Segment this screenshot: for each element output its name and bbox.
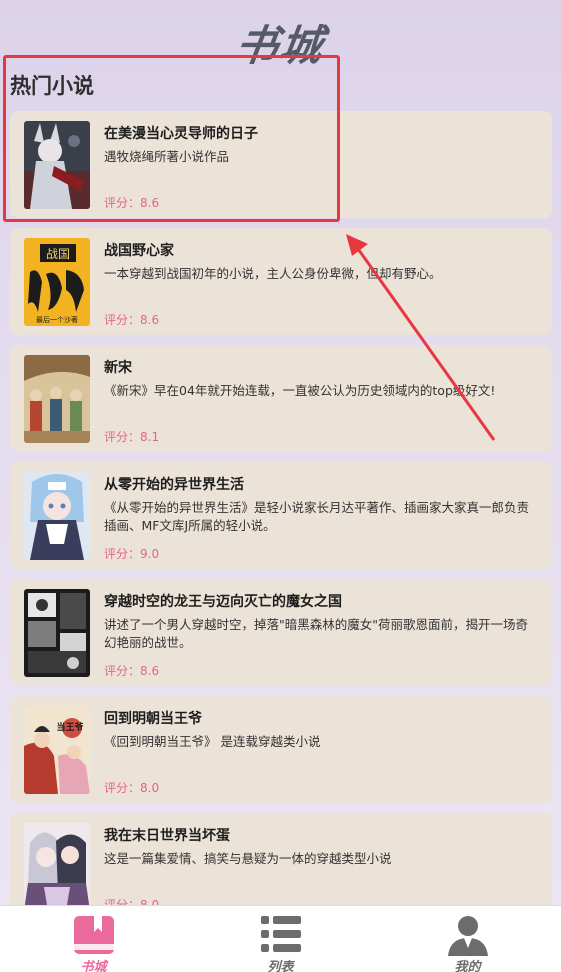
book-title: 新宋 <box>104 360 132 376</box>
book-description: 《从零开始的异世界生活》是轻小说家长月达平著作、插画家大家真一郎负责插画、MF文… <box>104 500 530 533</box>
book-rating: 评分：8.6 <box>104 196 160 210</box>
book-card[interactable]: 当王爷 回到明朝当王爷 《回到明朝当王爷》 是连载穿越类小说 评分：8.0 <box>10 696 552 803</box>
section-title: 热门小说 <box>10 74 94 98</box>
book-cover[interactable] <box>24 472 90 560</box>
book-rating: 评分：8.0 <box>104 781 160 795</box>
cover-text: 最后一个沙著 <box>36 315 78 324</box>
book-description: 这是一篇集爱情、搞笑与悬疑为一体的穿越类型小说 <box>104 851 392 866</box>
book-card[interactable]: 我在末日世界当坏蛋 这是一篇集爱情、搞笑与悬疑为一体的穿越类型小说 评分：8.0 <box>10 813 552 920</box>
book-description: 《新宋》早在04年就开始连载，一直被公认为历史领域内的top级好文! <box>104 383 496 398</box>
book-card[interactable]: 从零开始的异世界生活 《从零开始的异世界生活》是轻小说家长月达平著作、插画家大家… <box>10 462 552 569</box>
book-title: 穿越时空的龙王与迈向灭亡的魔女之国 <box>104 594 342 610</box>
tab-mine[interactable]: 我的 <box>418 906 518 972</box>
book-cover[interactable] <box>24 823 90 911</box>
book-title: 从零开始的异世界生活 <box>104 477 244 493</box>
tab-label: 我的 <box>454 960 481 972</box>
book-description: 《回到明朝当王爷》 是连载穿越类小说 <box>104 734 321 749</box>
tab-label: 书城 <box>80 960 107 972</box>
bottom-tab-bar: 书城 列表 我的 <box>0 905 561 972</box>
user-icon <box>447 916 488 956</box>
tab-bookstore[interactable]: 书城 <box>44 906 144 972</box>
list-icon <box>260 916 301 952</box>
book-description: 讲述了一个男人穿越时空，掉落"暗黑森林的魔女"荷丽歌恩面前，揭开一场奇幻艳丽的战… <box>104 617 529 650</box>
book-cover[interactable]: 战国 最后一个沙著 <box>24 238 90 326</box>
book-description: 一本穿越到战国初年的小说，主人公身份卑微，但却有野心。 <box>104 266 442 281</box>
book-rating: 评分：8.6 <box>104 313 160 327</box>
book-rating: 评分：9.0 <box>104 547 160 561</box>
book-list: 在美漫当心灵导师的日子 遇牧烧绳所著小说作品 评分：8.6 战国 最后一个沙著 … <box>10 111 552 930</box>
book-card[interactable]: 在美漫当心灵导师的日子 遇牧烧绳所著小说作品 评分：8.6 <box>10 111 552 218</box>
book-cover[interactable] <box>24 589 90 677</box>
book-cover[interactable]: 当王爷 <box>24 706 90 794</box>
book-title: 回到明朝当王爷 <box>104 711 202 727</box>
book-icon <box>73 916 114 954</box>
book-card[interactable]: 战国 最后一个沙著 战国野心家 一本穿越到战国初年的小说，主人公身份卑微，但却有… <box>10 228 552 335</box>
book-cover[interactable] <box>24 355 90 443</box>
book-rating: 评分：8.6 <box>104 664 160 678</box>
book-title: 战国野心家 <box>104 243 174 259</box>
book-card[interactable]: 穿越时空的龙王与迈向灭亡的魔女之国 讲述了一个男人穿越时空，掉落"暗黑森林的魔女… <box>10 579 552 686</box>
cover-text: 战国 <box>46 247 70 261</box>
book-title: 我在末日世界当坏蛋 <box>104 828 230 844</box>
tab-label: 列表 <box>267 960 294 972</box>
book-cover[interactable] <box>24 121 90 209</box>
book-description: 遇牧烧绳所著小说作品 <box>104 149 230 164</box>
book-card[interactable]: 新宋 《新宋》早在04年就开始连载，一直被公认为历史领域内的top级好文! 评分… <box>10 345 552 452</box>
cover-text: 当王爷 <box>56 721 84 733</box>
book-title: 在美漫当心灵导师的日子 <box>104 126 258 142</box>
book-rating: 评分：8.1 <box>104 430 160 444</box>
tab-list[interactable]: 列表 <box>231 906 331 972</box>
page-title: 书城 <box>232 21 328 70</box>
